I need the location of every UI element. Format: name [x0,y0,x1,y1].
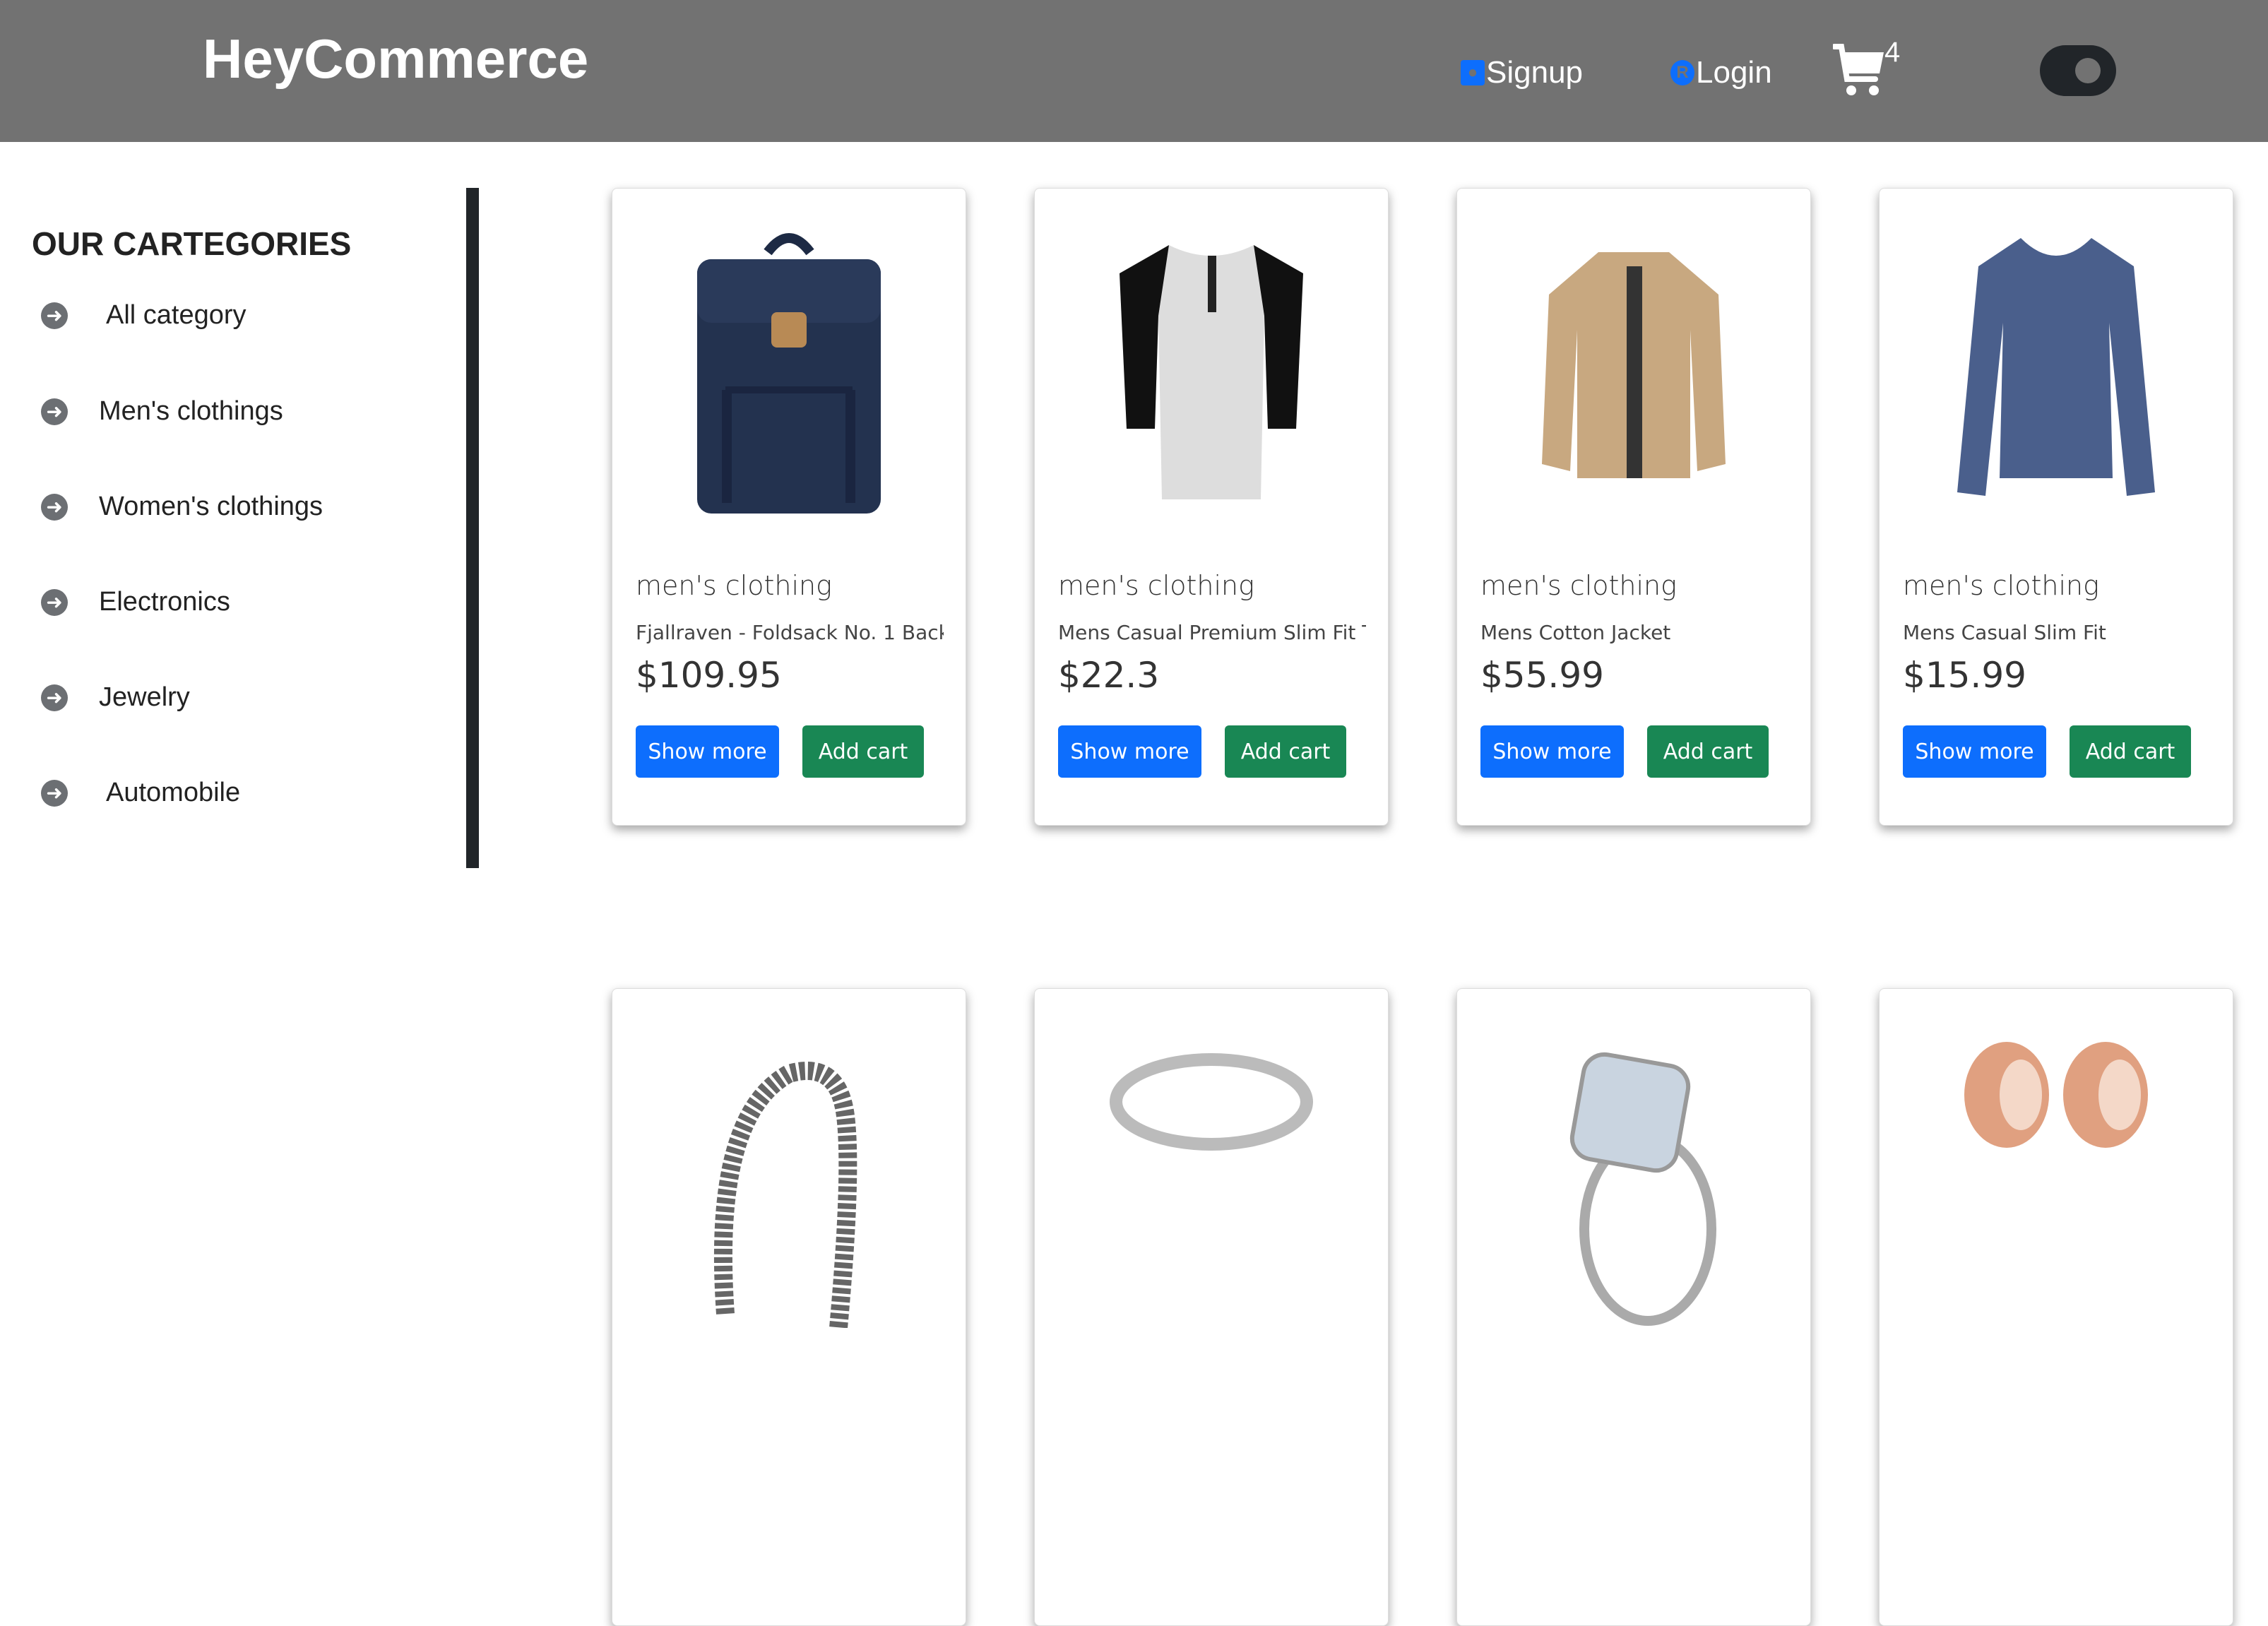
product-image[interactable] [1063,224,1360,521]
category-item[interactable]: ➜ Electronics [41,587,230,617]
product-price: $15.99 [1903,655,2026,696]
arrow-right-circle-icon: ➜ [41,779,68,807]
show-more-button[interactable]: Show more [1058,725,1201,778]
product-image[interactable] [1485,1031,1782,1328]
user-icon: ● [1461,60,1485,85]
product-card: men's clothing Fjallraven - Foldsack No.… [612,188,966,826]
signup-label: Signup [1486,55,1584,90]
product-title: Mens Casual Slim Fit [1903,621,2106,644]
brand-logo[interactable]: HeyCommerce [203,27,588,91]
category-item[interactable]: ➜ All category [41,300,247,331]
login-icon: R [1670,60,1694,85]
product-title: Fjallraven - Foldsack No. 1 Backpack [636,621,944,644]
product-card [612,988,966,1626]
product-image[interactable] [1063,1031,1360,1328]
login-link[interactable]: R Login [1670,55,1772,90]
signup-link[interactable]: ● Signup [1461,55,1583,90]
cart-icon[interactable] [1833,42,1885,97]
category-label: Men's clothings [99,396,283,426]
product-title: Mens Cotton Jacket [1480,621,1671,644]
product-price: $109.95 [636,655,782,696]
category-item[interactable]: ➜ Jewelry [41,682,190,713]
category-label: Electronics [99,587,230,617]
product-price: $55.99 [1480,655,1604,696]
sidebar-divider [466,188,479,868]
product-category: men's clothing [1058,570,1254,601]
product-card: men's clothing Mens Casual Slim Fit $15.… [1879,188,2233,826]
category-label: Women's clothings [99,492,323,521]
product-category: men's clothing [1480,570,1677,601]
product-category: men's clothing [636,570,832,601]
cart-count-badge: 4 [1884,37,1901,68]
arrow-right-circle-icon: ➜ [41,302,68,329]
show-more-button[interactable]: Show more [1903,725,2046,778]
arrow-right-circle-icon: ➜ [41,684,68,711]
add-cart-button[interactable]: Add cart [1647,725,1769,778]
product-title: Mens Casual Premium Slim Fit T-Shirts [1058,621,1366,644]
category-label: Jewelry [99,682,190,712]
category-label: Automobile [106,778,241,807]
arrow-right-circle-icon: ➜ [41,398,68,425]
product-image[interactable] [1485,224,1782,521]
add-cart-button[interactable]: Add cart [802,725,924,778]
product-card: men's clothing Mens Casual Premium Slim … [1034,188,1389,826]
product-image[interactable] [1908,224,2204,521]
product-image[interactable] [641,224,937,521]
category-label: All category [106,300,247,330]
add-cart-button[interactable]: Add cart [2070,725,2191,778]
login-label: Login [1696,55,1772,90]
product-card [1879,988,2233,1626]
product-image[interactable] [1908,1031,2204,1328]
product-card [1034,988,1389,1626]
show-more-button[interactable]: Show more [1480,725,1624,778]
header: HeyCommerce ● Signup R Login 4 [0,0,2268,142]
product-image[interactable] [641,1031,937,1328]
categories-heading: OUR CARTEGORIES [32,225,352,262]
product-card: men's clothing Mens Cotton Jacket $55.99… [1456,188,1811,826]
category-item[interactable]: ➜ Men's clothings [41,396,283,427]
category-item[interactable]: ➜ Women's clothings [41,492,323,522]
theme-toggle[interactable] [2040,45,2116,96]
product-card [1456,988,1811,1626]
arrow-right-circle-icon: ➜ [41,588,68,616]
arrow-right-circle-icon: ➜ [41,493,68,521]
product-price: $22.3 [1058,655,1160,696]
product-category: men's clothing [1903,570,2099,601]
show-more-button[interactable]: Show more [636,725,779,778]
add-cart-button[interactable]: Add cart [1225,725,1346,778]
category-item[interactable]: ➜ Automobile [41,778,240,808]
